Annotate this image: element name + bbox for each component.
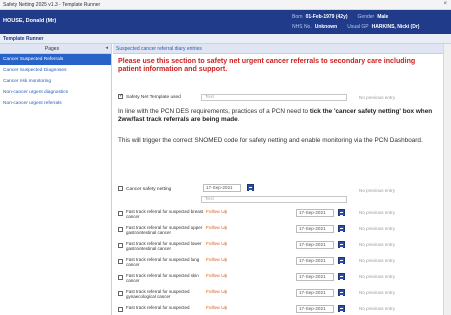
fast-track-date-field[interactable]: 17-Sep-2021: [296, 257, 334, 265]
fast-track-label: Fast track referral for suspected breast…: [126, 209, 204, 219]
pages-header-label: Pages: [44, 46, 60, 52]
calendar-icon[interactable]: [338, 241, 345, 248]
follow-up-label: Follow Up: [206, 210, 228, 215]
sidebar-item-cancer-suspected-referrals[interactable]: Cancer Suspected Referrals: [0, 54, 111, 65]
calendar-icon[interactable]: [247, 184, 254, 191]
cancer-safety-netting-label: Cancer safety netting: [126, 186, 172, 192]
patient-banner: HOUSE, Donald (Mr) Born 01-Feb-1979 (42y)…: [0, 10, 451, 34]
born-label: Born: [292, 14, 303, 20]
safety-netting-date-field[interactable]: 17-Sep-2021: [203, 184, 241, 192]
fast-track-date-field[interactable]: 17-Sep-2021: [296, 289, 334, 297]
follow-up-label: Follow Up: [206, 226, 228, 231]
fast-track-checkbox[interactable]: [118, 307, 123, 312]
fast-track-no-previous: No previous entry: [359, 210, 396, 215]
pages-header: Pages ◂: [0, 44, 111, 54]
patient-row-1: Born 01-Feb-1979 (42y) Gender Male: [292, 14, 398, 20]
follow-up-label: Follow Up: [206, 306, 228, 311]
gender-label: Gender: [357, 14, 375, 20]
fast-track-checkbox[interactable]: [118, 259, 123, 264]
fast-track-label: Fast track referral for suspected skin c…: [126, 273, 199, 283]
fast-track-checkbox[interactable]: [118, 227, 123, 232]
fast-track-date-field[interactable]: 17-Sep-2021: [296, 225, 334, 233]
fast-track-label: Fast track referral for suspected gynaec…: [126, 289, 190, 299]
fast-track-no-previous: No previous entry: [359, 290, 396, 295]
fast-track-checkbox[interactable]: [118, 243, 123, 248]
nhs-label: NHS No.: [292, 24, 312, 30]
gp-label: Usual GP: [347, 24, 369, 30]
sidebar-item-non-cancer-urgent-diagnostics[interactable]: Non-cancer urgent diagnostics: [0, 87, 111, 98]
follow-up-label: Follow Up: [206, 242, 228, 247]
template-runner-bar: Template Runner: [0, 34, 451, 44]
follow-up-label: Follow Up: [206, 258, 228, 263]
vertical-scrollbar[interactable]: [443, 44, 451, 315]
main-panel: Suspected cancer referral diary entries …: [113, 44, 443, 315]
calendar-icon[interactable]: [338, 273, 345, 280]
fast-track-date-field[interactable]: 17-Sep-2021: [296, 305, 334, 313]
safety-netting-text-field[interactable]: [201, 196, 347, 203]
sidebar-item-non-cancer-urgent-referrals[interactable]: Non-cancer urgent referrals: [0, 98, 111, 109]
template-used-no-previous: No previous entry: [359, 95, 396, 100]
gp-value: HARKINS, Nicki (Dr): [371, 24, 420, 30]
fast-track-no-previous: No previous entry: [359, 226, 396, 231]
pages-sidebar: Pages ◂ Cancer Suspected Referrals Cance…: [0, 44, 112, 315]
calendar-icon[interactable]: [338, 305, 345, 312]
template-runner-title: Template Runner: [3, 36, 44, 42]
calendar-icon[interactable]: [338, 225, 345, 232]
window-titlebar: Safety Netting 2025 v1.3 - Template Runn…: [0, 0, 451, 10]
snomed-paragraph: This will trigger the correct SNOMED cod…: [118, 137, 423, 144]
fast-track-label: Fast track referral for suspected lung c…: [126, 257, 200, 267]
follow-up-label: Follow Up: [206, 290, 228, 295]
sidebar-item-cancer-suspected-diagnoses[interactable]: Cancer Suspected Diagnoses: [0, 65, 111, 76]
pcn-des-text-2: .: [237, 116, 240, 123]
fast-track-date-field[interactable]: 17-Sep-2021: [296, 209, 334, 217]
collapse-icon[interactable]: ◂: [105, 45, 108, 51]
fast-track-no-previous: No previous entry: [359, 242, 396, 247]
safety-netting-text-placeholder: Text: [205, 197, 214, 202]
cancer-safety-netting-row: Cancer safety netting: [118, 186, 171, 192]
pcn-des-paragraph: In line with the PCN DES requirements, p…: [118, 108, 438, 124]
gender-value: Male: [377, 14, 389, 20]
close-icon[interactable]: ×: [443, 1, 447, 7]
born-value: 01-Feb-1979 (42y): [305, 14, 348, 20]
template-used-text-field[interactable]: [201, 94, 347, 101]
safety-netting-no-previous: No previous entry: [359, 188, 396, 193]
fast-track-date-field[interactable]: 17-Sep-2021: [296, 241, 334, 249]
warning-message: Please use this section to safety net ur…: [118, 57, 416, 73]
template-used-row: Safety Net Template used: [118, 93, 181, 100]
calendar-icon[interactable]: [338, 257, 345, 264]
template-used-label: Safety Net Template used: [126, 94, 181, 100]
fast-track-date-field[interactable]: 17-Sep-2021: [296, 273, 334, 281]
fast-track-no-previous: No previous entry: [359, 274, 396, 279]
section-title: Suspected cancer referral diary entries: [113, 44, 443, 54]
fast-track-checkbox[interactable]: [118, 291, 123, 296]
fast-track-label: Fast track referral for suspected lower …: [126, 241, 202, 251]
calendar-icon[interactable]: [338, 289, 345, 296]
follow-up-label: Follow Up: [206, 274, 228, 279]
fast-track-checkbox[interactable]: [118, 275, 123, 280]
calendar-icon[interactable]: [338, 209, 345, 216]
nhs-value: Unknown: [314, 24, 338, 30]
window-title: Safety Netting 2025 v1.3 - Template Runn…: [3, 2, 101, 8]
sidebar-item-cancer-risk-monitoring[interactable]: Cancer risk monitoring: [0, 76, 111, 87]
fast-track-label: Fast track referral for suspected: [126, 305, 190, 310]
cancer-safety-netting-checkbox[interactable]: [118, 186, 123, 191]
patient-row-2: NHS No. Unknown Usual GP HARKINS, Nicki (Dr…: [292, 24, 429, 30]
fast-track-no-previous: No previous entry: [359, 258, 396, 263]
fast-track-label: Fast track referral for suspected upper …: [126, 225, 203, 235]
fast-track-no-previous: No previous entry: [359, 306, 396, 311]
pcn-des-text-1: In line with the PCN DES requirements, p…: [118, 108, 310, 115]
template-used-checkbox[interactable]: [118, 93, 123, 99]
fast-track-checkbox[interactable]: [118, 211, 123, 216]
patient-name: HOUSE, Donald (Mr): [3, 18, 57, 24]
